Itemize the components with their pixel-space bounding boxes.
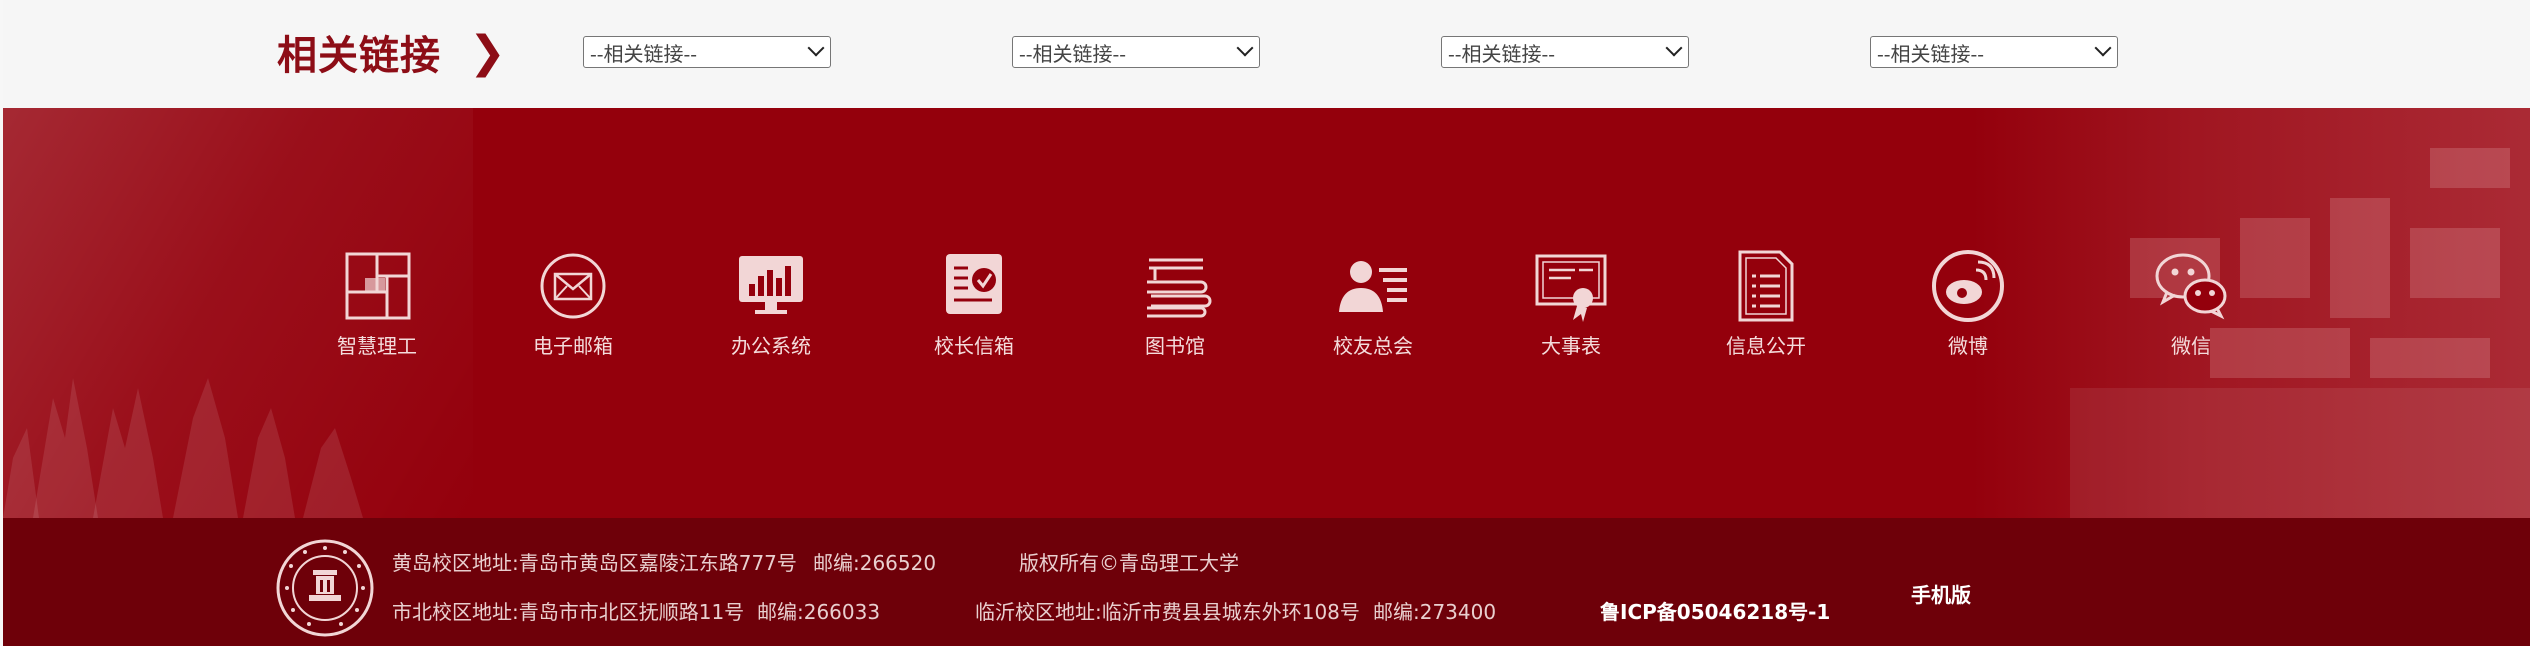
shibei-address: 市北校区地址:青岛市市北区抚顺路11号 bbox=[392, 600, 745, 624]
site-footer: 黄岛校区地址:青岛市黄岛区嘉陵江东路777号 邮编:266520 版权所有©青岛… bbox=[3, 518, 2530, 646]
nav-item-wechat[interactable]: 微信 bbox=[2111, 246, 2271, 359]
related-links-select-2[interactable]: --相关链接-- bbox=[1012, 36, 1260, 68]
nav-item-label: 智慧理工 bbox=[337, 334, 417, 358]
nav-item-email[interactable]: 电子邮箱 bbox=[493, 246, 653, 359]
person-list-icon bbox=[1339, 261, 1407, 312]
related-links-title-text: 相关链接 bbox=[277, 34, 441, 78]
select-value: --相关链接-- bbox=[1448, 41, 1556, 66]
monitor-chart-icon bbox=[739, 256, 803, 314]
nav-item-label: 微博 bbox=[1948, 334, 1988, 358]
weibo-icon bbox=[1932, 250, 2004, 322]
nav-item-alumni[interactable]: 校友总会 bbox=[1293, 246, 1453, 359]
huangdao-address: 黄岛校区地址:青岛市黄岛区嘉陵江东路777号 bbox=[392, 551, 797, 575]
nav-item-label: 微信 bbox=[2171, 334, 2211, 358]
chevron-down-icon bbox=[1236, 39, 1254, 57]
nav-item-label: 办公系统 bbox=[731, 334, 811, 358]
university-seal-logo bbox=[276, 539, 374, 637]
chevron-down-icon bbox=[1665, 39, 1683, 57]
select-value: --相关链接-- bbox=[590, 41, 698, 66]
related-links-select-1[interactable]: --相关链接-- bbox=[583, 36, 831, 68]
envelope-icon bbox=[540, 253, 606, 319]
icp-link[interactable]: 鲁ICP备05046218号-1 bbox=[1600, 596, 1830, 625]
select-value: --相关链接-- bbox=[1019, 41, 1127, 66]
checked-letter-icon bbox=[946, 254, 1002, 314]
wechat-icon bbox=[2155, 253, 2227, 320]
related-links-select-4[interactable]: --相关链接-- bbox=[1870, 36, 2118, 68]
copyright-text: 版权所有©青岛理工大学 bbox=[1019, 551, 1239, 575]
certificate-icon bbox=[1535, 254, 1607, 322]
nav-item-label: 电子邮箱 bbox=[533, 334, 613, 358]
select-value: --相关链接-- bbox=[1877, 41, 1985, 66]
nav-item-weibo[interactable]: 微博 bbox=[1888, 246, 2048, 359]
nav-item-president-mailbox[interactable]: 校长信箱 bbox=[894, 246, 1054, 359]
nav-item-smart-campus[interactable]: 智慧理工 bbox=[297, 246, 457, 359]
nav-item-label: 图书馆 bbox=[1145, 334, 1205, 358]
nav-item-label: 校长信箱 bbox=[934, 334, 1014, 358]
chevron-right-icon: ❯ bbox=[469, 27, 507, 77]
books-icon bbox=[1147, 258, 1212, 318]
nav-item-info-disclosure[interactable]: 信息公开 bbox=[1686, 246, 1846, 359]
quick-links-band: 智慧理工 电子邮箱 办公系统 校长信箱 图书馆 校友总会 大事表 信息公开 微博… bbox=[3, 108, 2530, 518]
linyi-postcode: 邮编:273400 bbox=[1373, 600, 1497, 624]
mobile-version-link[interactable]: 手机版 bbox=[1911, 579, 1971, 608]
nav-item-library[interactable]: 图书馆 bbox=[1095, 246, 1255, 359]
shibei-postcode: 邮编:266033 bbox=[757, 600, 881, 624]
huangdao-postcode: 邮编:266520 bbox=[813, 551, 937, 575]
linyi-address: 临沂校区地址:临沂市费县县城东外环108号 bbox=[975, 600, 1360, 624]
related-links-title: 相关链接 ❯ bbox=[277, 24, 507, 80]
nav-item-label: 校友总会 bbox=[1333, 334, 1413, 358]
chevron-down-icon bbox=[2094, 39, 2112, 57]
document-icon bbox=[1738, 250, 1794, 322]
related-links-select-3[interactable]: --相关链接-- bbox=[1441, 36, 1689, 68]
nav-item-chronicle[interactable]: 大事表 bbox=[1491, 246, 1651, 359]
related-links-bar: 相关链接 ❯ --相关链接-- --相关链接-- --相关链接-- --相关链接… bbox=[3, 0, 2530, 109]
nav-item-office-system[interactable]: 办公系统 bbox=[691, 246, 851, 359]
grid-squares-icon bbox=[345, 252, 411, 320]
nav-item-label: 信息公开 bbox=[1726, 334, 1806, 358]
nav-item-label: 大事表 bbox=[1541, 334, 1601, 358]
chevron-down-icon bbox=[807, 39, 825, 57]
